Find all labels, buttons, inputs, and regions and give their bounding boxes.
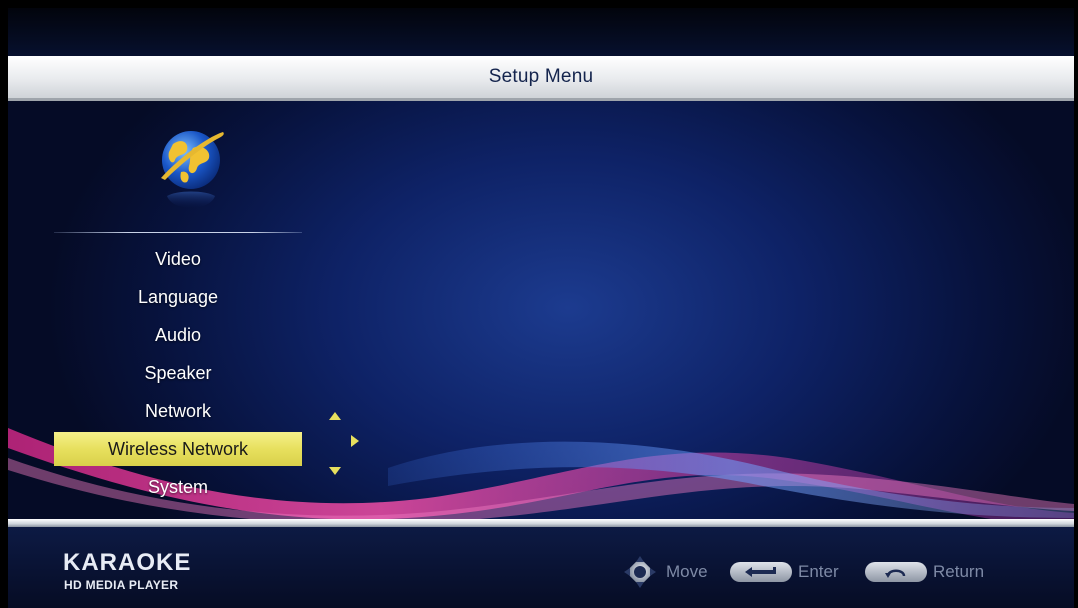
menu-item-system[interactable]: System bbox=[54, 468, 302, 506]
menu-item-speaker[interactable]: Speaker bbox=[54, 354, 302, 392]
setup-menu-list: Video Language Audio Speaker Network Wir… bbox=[54, 240, 302, 506]
globe-icon bbox=[153, 120, 229, 232]
menu-item-video[interactable]: Video bbox=[54, 240, 302, 278]
enter-key-icon bbox=[730, 562, 792, 582]
menu-item-wireless-network[interactable]: Wireless Network bbox=[54, 432, 302, 466]
menu-item-language[interactable]: Language bbox=[54, 278, 302, 316]
hint-return: Return bbox=[865, 560, 984, 584]
menu-item-label: Video bbox=[155, 248, 201, 269]
dpad-icon bbox=[624, 556, 656, 588]
menu-item-label: Language bbox=[137, 286, 219, 307]
hint-enter: Enter bbox=[730, 560, 839, 584]
menu-item-label: Audio bbox=[154, 324, 202, 345]
brand-subtitle: HD MEDIA PLAYER bbox=[64, 578, 179, 592]
menu-divider bbox=[54, 232, 302, 233]
scroll-up-arrow-icon[interactable] bbox=[328, 411, 342, 421]
scroll-down-arrow-icon[interactable] bbox=[328, 466, 342, 476]
menu-item-audio[interactable]: Audio bbox=[54, 316, 302, 354]
menu-item-network[interactable]: Network bbox=[54, 392, 302, 430]
title-bar: Setup Menu bbox=[8, 56, 1074, 101]
setup-screen: Setup Menu Video Language Audio Speaker … bbox=[8, 8, 1074, 608]
brand-logo: KARAOKE bbox=[63, 549, 192, 576]
menu-item-label: System bbox=[147, 476, 208, 497]
footer-divider bbox=[8, 519, 1074, 527]
menu-item-label: Speaker bbox=[144, 362, 212, 383]
submenu-arrow-icon bbox=[351, 435, 359, 447]
menu-item-label: Network bbox=[144, 400, 211, 421]
hint-move: Move bbox=[620, 556, 708, 588]
hint-enter-label: Enter bbox=[798, 562, 839, 581]
menu-item-label: Wireless Network bbox=[107, 438, 249, 459]
return-key-icon bbox=[865, 562, 927, 582]
page-title: Setup Menu bbox=[488, 66, 594, 87]
hint-return-label: Return bbox=[933, 562, 985, 581]
hint-move-label: Move bbox=[666, 562, 708, 581]
